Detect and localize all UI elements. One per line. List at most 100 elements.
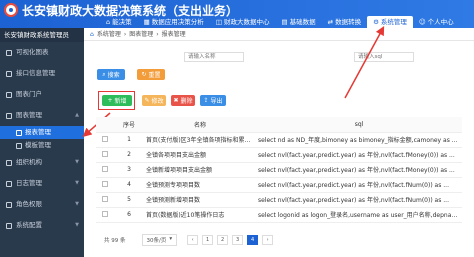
config-icon (6, 222, 12, 229)
page-button[interactable]: 2 (217, 235, 229, 245)
prev-page-button[interactable]: ‹ (187, 235, 199, 245)
page-button[interactable]: 4 (247, 235, 259, 245)
nav-decision[interactable]: ⌂ 能决策 (100, 16, 138, 28)
nav-app-analysis[interactable]: ▦ 数据应用决策分析 (138, 16, 210, 28)
app-header: 长安镇财政大数据决策系统（支出业务） ⌂ 能决策 ▦ 数据应用决策分析 ◫ 财政大数据… (0, 0, 474, 28)
top-nav: ⌂ 能决策 ▦ 数据应用决策分析 ◫ 财政大数据中心 ▤ 基础数据 ⇄ 数据转换 ⚙ 系统管… (100, 16, 460, 28)
row-number: 2 (114, 147, 144, 163)
dashboard-icon: ▦ (143, 18, 150, 26)
chevron-down-icon: ▼ (75, 180, 79, 186)
sidebar-item-report-manage[interactable]: 报表管理 (0, 126, 84, 139)
nav-system-manage[interactable]: ⚙ 系统管理 (367, 16, 413, 28)
sidebar-item-roles[interactable]: 角色权限 ▼ (0, 194, 84, 215)
chevron-down-icon: ▾ (169, 236, 173, 242)
app-logo-icon (4, 3, 18, 17)
sql-input[interactable] (354, 52, 414, 62)
row-sql: select logonid as logon_登录名,username as … (256, 207, 462, 223)
sidebar-system-name: 长安镇财政系统管理员 (0, 28, 84, 42)
row-sql: select nvl(fact.year,predict.year) as 年份… (256, 162, 462, 178)
row-number: 5 (114, 192, 144, 208)
row-name: 全镇各项项目支出金额 (144, 147, 256, 163)
sidebar-item-config[interactable]: 系统配置 ▼ (0, 215, 84, 236)
table-row[interactable]: 5 全镇预测新增项目数 select nvl(fact.year,predict… (96, 192, 462, 208)
row-sql: select nvl(fact.year,predict.year) as 年份… (256, 147, 462, 163)
row-checkbox[interactable] (102, 135, 108, 142)
row-number: 6 (114, 207, 144, 223)
data-table: 序号 名称 sql 1 首页(支付版)区3年全镇各项指标和累计支... sele… (96, 117, 470, 223)
chevron-up-icon: ▲ (75, 112, 79, 118)
report-icon (16, 129, 22, 136)
table-row[interactable]: 4 全镇预测专项项目数 select nvl(fact.year,predict… (96, 177, 462, 193)
page-button[interactable]: 1 (202, 235, 214, 245)
table-row[interactable]: 1 首页(支付版)区3年全镇各项指标和累计支... select nd as N… (96, 132, 462, 148)
folder-icon (6, 112, 12, 119)
row-checkbox[interactable] (102, 195, 108, 202)
portal-icon (6, 91, 12, 98)
delete-button[interactable]: ✖ 删除 (171, 95, 195, 106)
export-button[interactable]: ⇪ 导出 (200, 95, 226, 106)
edit-icon: ✎ (144, 97, 150, 104)
page-button[interactable]: 3 (232, 235, 244, 245)
nav-personal-center[interactable]: ☺ 个人中心 (413, 16, 460, 28)
breadcrumb-item: 报表管理 (161, 30, 186, 38)
sidebar-item-template-manage[interactable]: 模板管理 (0, 139, 84, 152)
nav-base-data[interactable]: ▤ 基础数据 (275, 16, 321, 28)
row-checkbox[interactable] (102, 210, 108, 217)
search-icon: ⌕ (102, 70, 106, 78)
row-name: 全镇预测专项项目数 (144, 177, 256, 193)
pagination: 共 99 条 30条/页 ▾ ‹ 1 2 3 4 › (94, 234, 472, 246)
table-header-row: 序号 名称 sql (96, 117, 462, 133)
column-header-no[interactable]: 序号 (114, 117, 144, 133)
role-icon (6, 201, 12, 208)
row-sql: select nvl(fact.year,predict.year) as 年份… (256, 192, 462, 208)
column-header-sql[interactable]: sql (256, 117, 462, 133)
template-icon (16, 142, 22, 149)
gear-icon: ⚙ (373, 18, 379, 26)
link-icon (6, 70, 12, 77)
user-icon: ☺ (418, 18, 426, 26)
org-icon (6, 159, 12, 166)
table-row[interactable]: 2 全镇各项项目支出金额 select nvl(fact.year,predic… (96, 147, 462, 163)
next-page-button[interactable]: › (262, 235, 274, 245)
breadcrumb-item[interactable]: 系统管理 (97, 28, 121, 41)
database-icon: ◫ (215, 18, 222, 26)
row-name: 全镇新增项项目支出金额 (144, 162, 256, 178)
trash-icon: ✖ (173, 97, 179, 104)
log-icon (6, 180, 12, 187)
home-icon[interactable]: ⌂ (90, 28, 94, 41)
nav-bigdata-center[interactable]: ◫ 财政大数据中心 (210, 16, 276, 28)
sidebar-item-chart-manage[interactable]: 图表管理 ▲ (0, 105, 84, 126)
sidebar-item-log[interactable]: 日志管理 ▼ (0, 173, 84, 194)
breadcrumb-item[interactable]: 图表管理 (129, 28, 153, 41)
chart-icon (6, 49, 12, 56)
row-name: 首页(数据版)近10笔操作日志 (144, 207, 256, 223)
reset-icon: ↻ (141, 71, 147, 78)
export-icon: ⇪ (203, 97, 209, 104)
row-sql: select nd as ND_年度,bimoney as bimoney_指标… (256, 132, 462, 148)
page-size-select[interactable]: 30条/页 ▾ (141, 234, 178, 246)
chevron-down-icon: ▼ (75, 222, 79, 228)
nav-data-convert[interactable]: ⇄ 数据转换 (322, 16, 367, 28)
edit-button[interactable]: ✎ 修改 (142, 95, 166, 106)
row-checkbox[interactable] (102, 165, 108, 172)
row-checkbox[interactable] (102, 180, 108, 187)
sidebar-item-api[interactable]: 接口信息管理 (0, 63, 84, 84)
row-name: 首页(支付版)区3年全镇各项指标和累计支... (144, 132, 256, 148)
reset-button[interactable]: ↻ 重置 (137, 69, 165, 80)
home-icon: ⌂ (106, 18, 111, 26)
filter-bar (94, 52, 414, 62)
row-number: 4 (114, 177, 144, 193)
column-header-name[interactable]: 名称 (144, 117, 256, 133)
sidebar-item-charts[interactable]: 可视化图表 (0, 42, 84, 63)
table-row[interactable]: 3 全镇新增项项目支出金额 select nvl(fact.year,predi… (96, 162, 462, 178)
highlight-box (98, 91, 135, 110)
search-button[interactable]: ⌕ 搜索 (97, 69, 125, 80)
row-checkbox[interactable] (102, 150, 108, 157)
sidebar-item-org[interactable]: 组织机构 ▼ (0, 152, 84, 173)
sidebar-item-portal[interactable]: 图表门户 (0, 84, 84, 105)
row-sql: select nvl(fact.year,predict.year) as 年份… (256, 177, 462, 193)
name-input[interactable] (184, 52, 244, 62)
breadcrumb: ⌂ 系统管理 › 图表管理 › 报表管理 (84, 28, 474, 41)
sidebar: 长安镇财政系统管理员 可视化图表 接口信息管理 图表门户 图表管理 ▲ 报表管理 … (0, 28, 84, 257)
table-row[interactable]: 6 首页(数据版)近10笔操作日志 select logonid as logo… (96, 207, 462, 223)
